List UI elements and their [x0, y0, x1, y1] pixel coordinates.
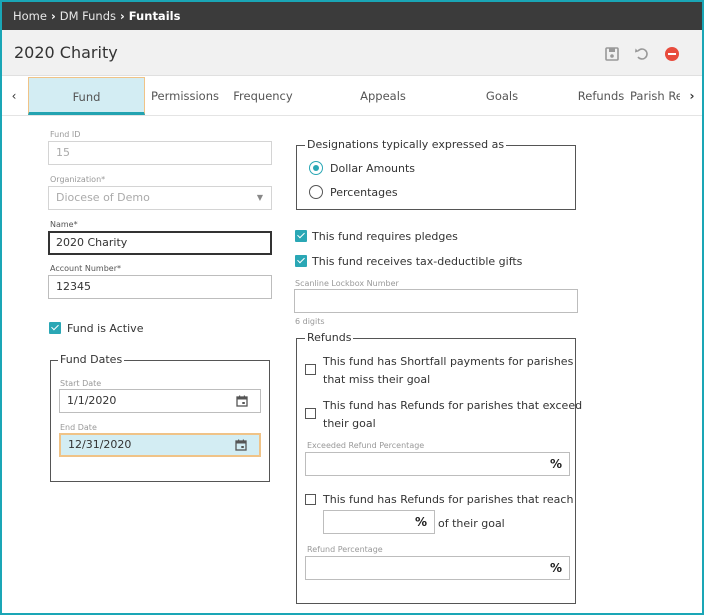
- tax-deductible-checkbox[interactable]: [295, 255, 307, 267]
- reach-suffix-label: of their goal: [438, 517, 505, 530]
- tax-deductible-label: This fund receives tax-deductible gifts: [312, 255, 523, 268]
- fund-id-label: Fund ID: [50, 130, 81, 139]
- end-date-field[interactable]: 12/31/2020: [59, 433, 261, 457]
- fund-active-checkbox[interactable]: [49, 322, 61, 334]
- calendar-icon[interactable]: [235, 439, 247, 451]
- organization-value: Diocese of Demo: [56, 191, 150, 204]
- fund-dates-legend: Fund Dates: [58, 353, 125, 366]
- tab-goals[interactable]: Goals: [472, 77, 532, 115]
- exceeded-refund-pct-label: Exceeded Refund Percentage: [307, 441, 425, 450]
- fund-active-label: Fund is Active: [67, 322, 144, 335]
- chevron-right-icon: ›: [120, 9, 125, 23]
- requires-pledges-label: This fund requires pledges: [312, 230, 458, 243]
- organization-label: Organization*: [50, 175, 106, 184]
- start-date-label: Start Date: [60, 379, 102, 388]
- title-bar: 2020 Charity: [2, 30, 702, 76]
- account-number-field[interactable]: 12345: [48, 275, 272, 299]
- start-date-field[interactable]: 1/1/2020: [59, 389, 261, 413]
- refund-pct-label: Refund Percentage: [307, 545, 383, 554]
- shortfall-checkbox[interactable]: [305, 364, 316, 375]
- breadcrumb: Home › DM Funds › Funtails: [2, 2, 702, 30]
- app-frame: Home › DM Funds › Funtails 2020 Charity …: [2, 2, 702, 613]
- tab-appeals[interactable]: Appeals: [348, 77, 418, 115]
- scanline-label: Scanline Lockbox Number: [295, 279, 399, 288]
- designations-group: [296, 145, 576, 210]
- scanline-field[interactable]: [294, 289, 578, 313]
- reach-checkbox[interactable]: [305, 494, 316, 505]
- percent-symbol: %: [414, 515, 427, 529]
- tab-permissions[interactable]: Permissions: [148, 77, 222, 115]
- start-date-value: 1/1/2020: [67, 394, 117, 407]
- shortfall-label-line2: that miss their goal: [323, 373, 431, 386]
- percent-symbol: %: [549, 457, 562, 471]
- scanline-hint: 6 digits: [295, 317, 325, 326]
- tab-frequency[interactable]: Frequency: [228, 77, 298, 115]
- end-date-value: 12/31/2020: [68, 438, 132, 451]
- breadcrumb-home[interactable]: Home: [13, 9, 47, 23]
- breadcrumb-current: Funtails: [128, 9, 181, 23]
- save-icon[interactable]: [604, 46, 620, 62]
- calendar-icon[interactable]: [236, 395, 248, 407]
- chevron-right-icon: ›: [50, 9, 56, 23]
- refund-pct-field[interactable]: %: [305, 556, 570, 580]
- chevron-left-icon[interactable]: ‹: [2, 77, 26, 115]
- caret-down-icon: ▼: [256, 193, 263, 202]
- shortfall-label-line1: This fund has Shortfall payments for par…: [323, 355, 574, 368]
- tab-fund[interactable]: Fund: [28, 77, 145, 115]
- breadcrumb-dm-funds[interactable]: DM Funds: [60, 9, 116, 23]
- dollar-amounts-label: Dollar Amounts: [330, 162, 416, 175]
- exceeded-refund-pct-field[interactable]: %: [305, 452, 570, 476]
- percentages-label: Percentages: [330, 186, 398, 199]
- requires-pledges-checkbox[interactable]: [295, 230, 307, 242]
- tab-parish-refunds[interactable]: Parish Re: [630, 77, 682, 115]
- tab-bar: ‹ Fund Permissions Frequency Appeals Goa…: [2, 77, 702, 116]
- tab-refunds[interactable]: Refunds: [572, 77, 630, 115]
- undo-icon[interactable]: [634, 46, 650, 62]
- percentages-radio[interactable]: [309, 185, 323, 199]
- fund-id-field: 15: [48, 141, 272, 165]
- delete-icon[interactable]: [664, 46, 680, 62]
- page-title: 2020 Charity: [14, 43, 118, 62]
- exceed-label-line1: This fund has Refunds for parishes that …: [323, 399, 583, 412]
- percent-symbol: %: [549, 561, 562, 575]
- exceed-label-line2: their goal: [323, 417, 376, 430]
- account-number-label: Account Number*: [50, 264, 121, 273]
- dollar-amounts-radio[interactable]: [309, 161, 323, 175]
- end-date-label: End Date: [60, 423, 97, 432]
- refunds-legend: Refunds: [305, 331, 354, 344]
- exceed-checkbox[interactable]: [305, 408, 316, 419]
- reach-label-line1: This fund has Refunds for parishes that …: [323, 493, 574, 506]
- organization-select[interactable]: Diocese of Demo ▼: [48, 186, 272, 210]
- designations-legend: Designations typically expressed as: [305, 138, 507, 151]
- name-field[interactable]: 2020 Charity: [48, 231, 272, 255]
- name-label: Name*: [50, 220, 78, 229]
- reach-pct-field[interactable]: %: [323, 510, 435, 534]
- chevron-right-icon[interactable]: ›: [680, 77, 702, 115]
